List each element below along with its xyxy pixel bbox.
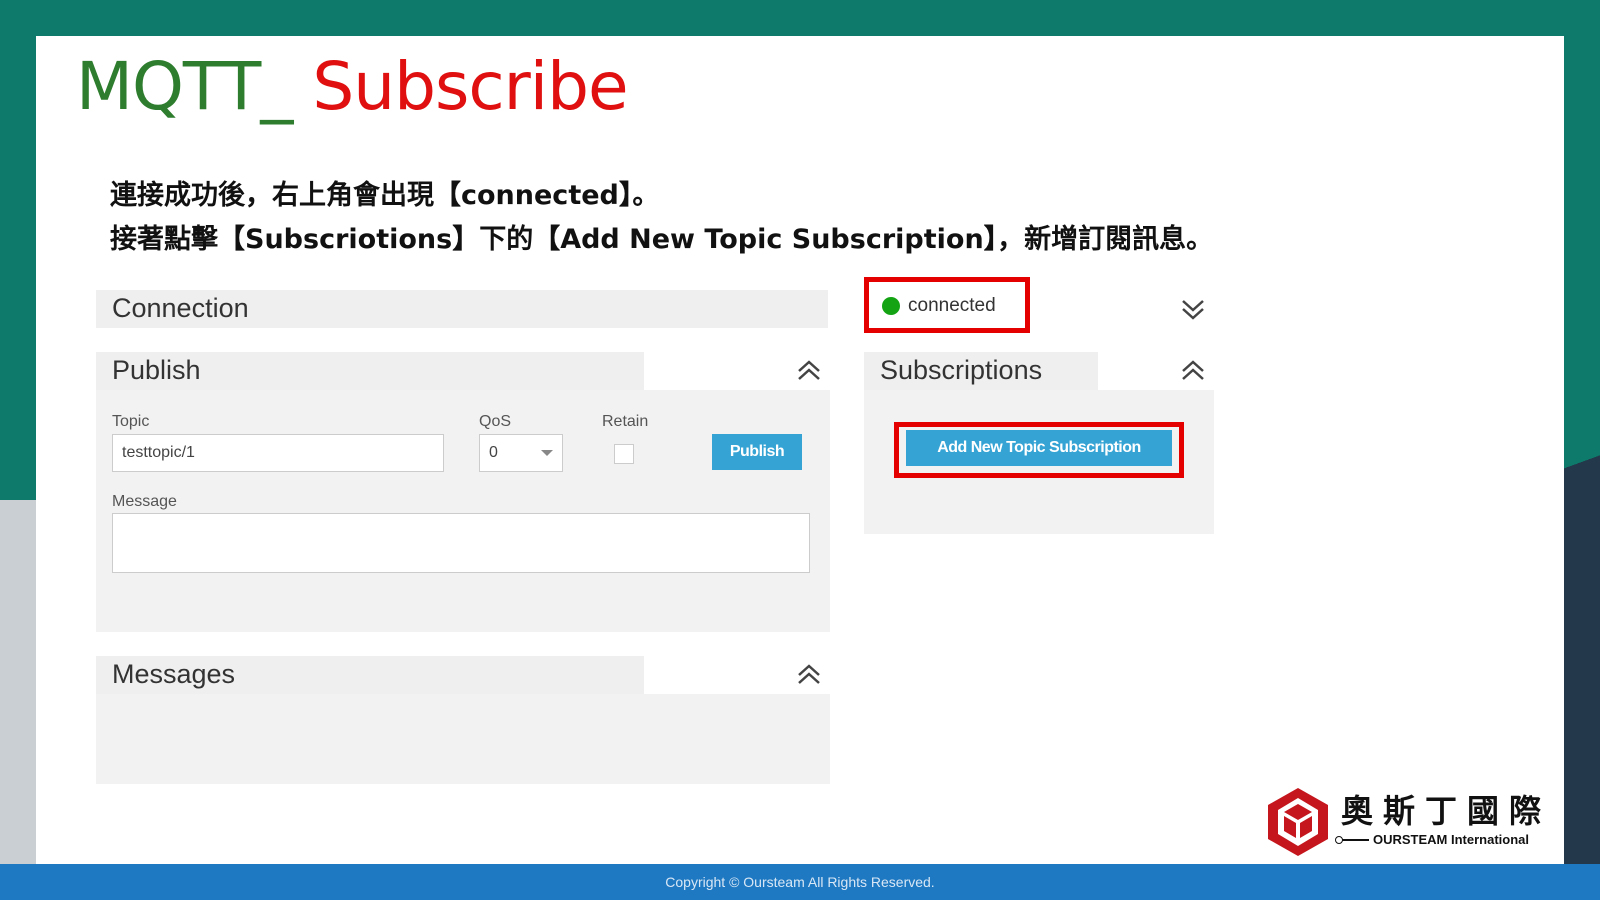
- slide-title: MQTT_ Subscribe: [76, 54, 629, 120]
- description-line-2: 接著點擊【Subscriotions】下的【Add New Topic Subs…: [110, 224, 1214, 255]
- chevron-double-down-icon[interactable]: [1180, 297, 1206, 323]
- logo-name-en: OURSTEAM International: [1335, 832, 1530, 847]
- slide: MQTT_ Subscribe 連接成功後，右上角會出現【connected】。…: [36, 36, 1564, 864]
- copyright-text: Copyright © Oursteam All Rights Reserved…: [665, 874, 935, 890]
- title-subscribe: Subscribe: [312, 48, 628, 125]
- qos-select[interactable]: 0: [479, 434, 563, 472]
- connection-title: Connection: [112, 293, 249, 323]
- publish-title: Publish: [112, 355, 201, 385]
- cube-logo-icon: [1268, 788, 1328, 856]
- add-subscription-highlight: [894, 422, 1184, 478]
- title-mqtt: MQTT_: [76, 48, 313, 125]
- description-line-1: 連接成功後，右上角會出現【connected】。: [110, 180, 660, 211]
- retain-label: Retain: [602, 413, 649, 430]
- caret-down-icon: [541, 450, 553, 456]
- logo-name-en-text: OURSTEAM International: [1373, 832, 1530, 847]
- publish-button[interactable]: Publish: [712, 434, 802, 470]
- messages-body: [96, 694, 830, 784]
- chevron-double-up-icon[interactable]: [796, 662, 822, 688]
- topic-input[interactable]: testtopic/1: [112, 434, 444, 472]
- chevron-double-up-icon[interactable]: [796, 358, 822, 384]
- slide-description: 連接成功後，右上角會出現【connected】。 接著點擊【Subscrioti…: [110, 174, 1213, 262]
- chevron-double-up-icon[interactable]: [1180, 358, 1206, 384]
- publish-body: [96, 390, 830, 632]
- logo-name-cn: 奧斯丁國際: [1341, 792, 1552, 830]
- qos-value: 0: [489, 444, 498, 461]
- logo-line-decoration: [1335, 835, 1369, 844]
- topic-label: Topic: [112, 413, 150, 430]
- oursteam-logo: 奧斯丁國際 OURSTEAM International: [1265, 786, 1555, 858]
- subscriptions-title: Subscriptions: [880, 355, 1043, 385]
- footer: Copyright © Oursteam All Rights Reserved…: [0, 864, 1600, 900]
- connected-highlight: [864, 277, 1030, 333]
- message-label: Message: [112, 493, 177, 510]
- retain-checkbox[interactable]: [614, 444, 634, 464]
- messages-title: Messages: [112, 659, 236, 689]
- qos-label: QoS: [479, 413, 512, 430]
- message-textarea[interactable]: [112, 513, 810, 573]
